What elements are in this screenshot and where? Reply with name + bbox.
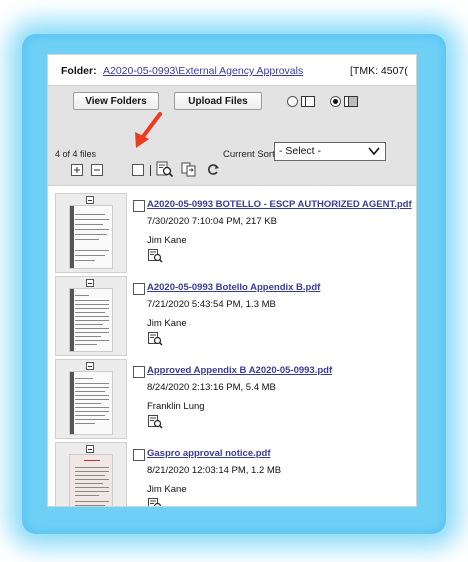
collapse-thumbnail-icon[interactable] xyxy=(86,279,94,287)
preview-icon[interactable] xyxy=(148,498,163,507)
collapse-thumbnail-icon[interactable] xyxy=(86,362,94,370)
file-thumbnail[interactable] xyxy=(55,193,127,273)
document-preview-image xyxy=(69,205,113,269)
file-thumbnail[interactable] xyxy=(55,442,127,506)
sort-select-value: - Select - xyxy=(279,145,322,157)
file-meta: 8/21/2020 12:03:14 PM, 1.2 MB xyxy=(147,465,282,476)
preview-icon[interactable] xyxy=(148,415,163,429)
refresh-icon[interactable] xyxy=(207,163,220,176)
sort-label: Current Sort: xyxy=(223,149,278,160)
select-all-checkbox[interactable] xyxy=(132,164,144,176)
collapse-thumbnail-icon[interactable] xyxy=(86,196,94,204)
file-name-link[interactable]: A2020-05-0993 Botello Appendix B.pdf xyxy=(147,282,320,293)
file-count: 4 of 4 files xyxy=(55,149,97,159)
tmk-label: [TMK: 4507( xyxy=(350,65,408,77)
file-checkbox[interactable] xyxy=(133,366,145,378)
document-preview-image xyxy=(69,454,113,506)
folder-label: Folder: xyxy=(61,65,97,77)
upload-files-button[interactable]: Upload Files xyxy=(174,92,262,110)
file-browser-panel: Folder: A2020-05-0993\External Agency Ap… xyxy=(47,54,417,507)
file-author: Jim Kane xyxy=(147,484,187,495)
file-list: A2020-05-0993 BOTELLO - ESCP AUTHORIZED … xyxy=(48,185,416,507)
view-mode-detail-radio[interactable] xyxy=(330,96,341,107)
expand-all-icon[interactable] xyxy=(71,164,83,176)
list-item: A2020-05-0993 Botello Appendix B.pdf 7/2… xyxy=(48,276,416,356)
view-mode-list-radio[interactable] xyxy=(287,96,298,107)
preview-icon[interactable] xyxy=(148,332,163,346)
file-checkbox[interactable] xyxy=(133,449,145,461)
file-meta: 8/24/2020 2:13:16 PM, 5.4 MB xyxy=(147,382,276,393)
chevron-down-icon xyxy=(368,147,380,156)
file-thumbnail[interactable] xyxy=(55,359,127,439)
file-thumbnail[interactable] xyxy=(55,276,127,356)
list-item: Approved Appendix B A2020-05-0993.pdf 8/… xyxy=(48,359,416,439)
view-folders-button[interactable]: View Folders xyxy=(73,92,159,110)
file-name-link[interactable]: Gaspro approval notice.pdf xyxy=(147,448,271,459)
file-name-link[interactable]: Approved Appendix B A2020-05-0993.pdf xyxy=(147,365,332,376)
file-meta: 7/21/2020 5:43:54 PM, 1.3 MB xyxy=(147,299,276,310)
file-author: Jim Kane xyxy=(147,235,187,246)
file-author: Franklin Lung xyxy=(147,401,205,412)
detail-view-icon xyxy=(344,96,358,107)
preview-icon[interactable] xyxy=(148,249,163,263)
list-item: A2020-05-0993 BOTELLO - ESCP AUTHORIZED … xyxy=(48,193,416,273)
document-preview-image xyxy=(69,288,113,352)
folder-bar: Folder: A2020-05-0993\External Agency Ap… xyxy=(48,55,416,85)
file-meta: 7/30/2020 7:10:04 PM, 217 KB xyxy=(147,216,277,227)
list-item: Gaspro approval notice.pdf 8/21/2020 12:… xyxy=(48,442,416,507)
file-checkbox[interactable] xyxy=(133,283,145,295)
file-author: Jim Kane xyxy=(147,318,187,329)
copy-to-icon[interactable] xyxy=(181,162,197,177)
collapse-thumbnail-icon[interactable] xyxy=(86,445,94,453)
toolbar-separator xyxy=(150,165,151,176)
document-preview-image xyxy=(69,371,113,435)
file-checkbox[interactable] xyxy=(133,200,145,212)
toolbar: View Folders Upload Files 4 of 4 files C… xyxy=(48,85,416,185)
preview-selected-icon[interactable] xyxy=(156,161,174,178)
sort-select[interactable]: - Select - xyxy=(274,142,386,161)
file-name-link[interactable]: A2020-05-0993 BOTELLO - ESCP AUTHORIZED … xyxy=(147,199,412,210)
list-view-icon xyxy=(301,96,315,107)
collapse-all-icon[interactable] xyxy=(91,164,103,176)
folder-path-link[interactable]: A2020-05-0993\External Agency Approvals xyxy=(103,65,303,77)
